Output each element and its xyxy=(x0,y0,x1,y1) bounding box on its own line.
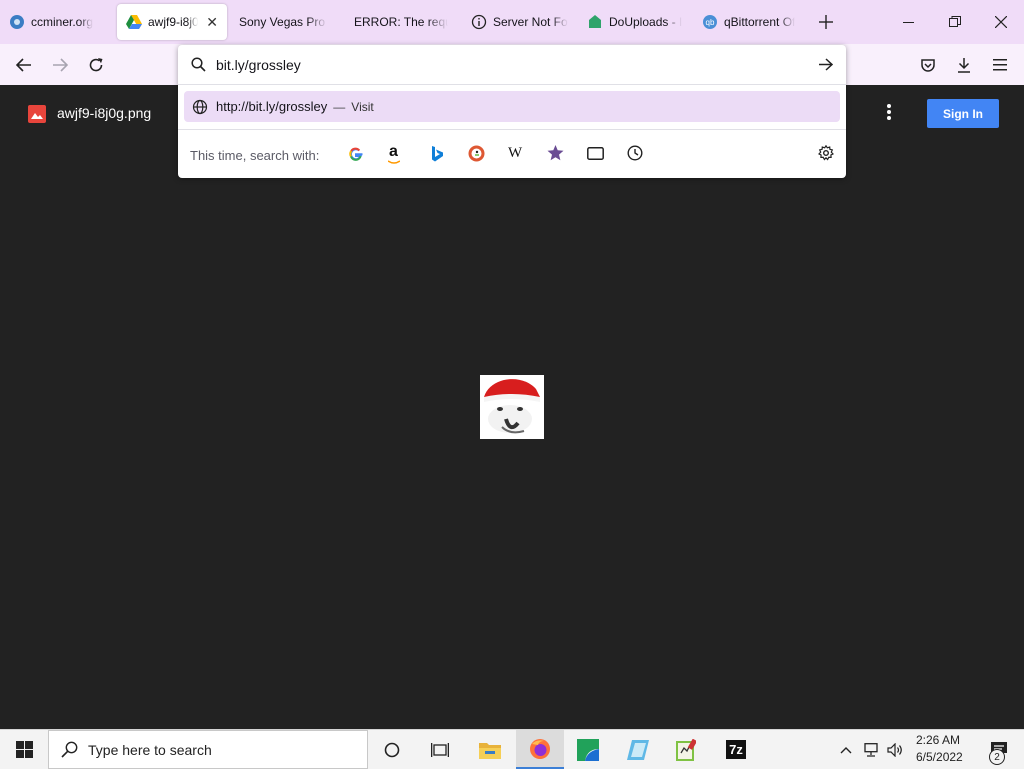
tab-strip: ccminer.org awjf9-i8j0g ✕ Sony Vegas Pro… xyxy=(0,0,1024,44)
tabs-icon[interactable] xyxy=(587,147,604,165)
app-blue-card-icon[interactable] xyxy=(614,730,662,769)
suggestion-url: http://bit.ly/grossley xyxy=(216,99,328,114)
clock-date[interactable]: 6/5/2022 xyxy=(916,750,963,764)
divider xyxy=(178,84,846,85)
app-notepad-icon[interactable] xyxy=(662,730,710,769)
url-input[interactable] xyxy=(216,55,796,75)
taskbar-search-placeholder: Type here to search xyxy=(88,741,212,758)
network-icon[interactable] xyxy=(859,730,883,769)
pocket-icon[interactable] xyxy=(913,50,943,80)
douploads-favicon xyxy=(587,14,603,30)
divider xyxy=(178,129,846,130)
tab-drive-image[interactable]: awjf9-i8j0g ✕ xyxy=(117,4,227,40)
task-view-icon[interactable] xyxy=(416,730,464,769)
image-preview xyxy=(480,375,544,439)
cortana-circle-icon[interactable] xyxy=(368,730,416,769)
windows-taskbar: Type here to search 7z 2:26 AM 6/5/2022 … xyxy=(0,729,1024,769)
tab-label: awjf9-i8j0g xyxy=(148,15,199,29)
restore-button[interactable] xyxy=(932,0,978,44)
search-icon xyxy=(191,57,206,77)
show-hidden-icons-chevron-icon[interactable] xyxy=(834,730,858,769)
viewer-filename: awjf9-i8j0g.png xyxy=(57,105,152,121)
urlbar-dropdown: http://bit.ly/grossley — Visit This time… xyxy=(178,45,846,178)
app-green-blue-icon[interactable] xyxy=(564,730,612,769)
sevenzip-icon[interactable]: 7z xyxy=(712,730,760,769)
search-with-label: This time, search with: xyxy=(190,148,320,163)
firefox-taskbar-icon[interactable] xyxy=(516,730,564,769)
bookmarks-star-icon[interactable] xyxy=(547,145,564,166)
google-drive-icon xyxy=(126,14,142,30)
new-tab-button[interactable] xyxy=(811,7,841,37)
tab-douploads[interactable]: DoUploads - I xyxy=(578,4,692,40)
suggestion-separator: — xyxy=(333,99,346,114)
globe-icon xyxy=(192,99,208,115)
menu-icon[interactable] xyxy=(985,50,1015,80)
duckduckgo-engine-icon[interactable] xyxy=(468,145,485,167)
close-window-button[interactable] xyxy=(978,0,1024,44)
tab-label: qBittorrent Of xyxy=(724,15,796,29)
sevenzip-label: 7z xyxy=(726,740,746,759)
taskbar-search-box[interactable]: Type here to search xyxy=(48,730,368,769)
url-suggestion-row[interactable]: http://bit.ly/grossley — Visit xyxy=(184,91,840,122)
file-explorer-icon[interactable] xyxy=(466,730,514,769)
image-file-icon xyxy=(28,105,46,123)
back-button[interactable] xyxy=(9,50,39,80)
wikipedia-engine-icon[interactable]: W xyxy=(508,145,522,162)
history-clock-icon[interactable] xyxy=(627,145,643,166)
ccminer-favicon xyxy=(9,14,25,30)
sign-in-button[interactable]: Sign In xyxy=(927,99,999,128)
qbittorrent-favicon: qb xyxy=(702,14,718,30)
close-tab-icon[interactable]: ✕ xyxy=(206,14,218,31)
tab-label: ccminer.org xyxy=(31,15,94,29)
amazon-engine-icon[interactable]: a xyxy=(388,143,400,164)
volume-icon[interactable] xyxy=(883,730,907,769)
search-icon xyxy=(61,741,78,758)
tab-qbittorrent[interactable]: qb qBittorrent Of xyxy=(693,4,805,40)
go-arrow-icon[interactable] xyxy=(818,58,834,76)
reload-button[interactable] xyxy=(81,50,111,80)
suggestion-action: Visit xyxy=(351,99,374,114)
tab-label: ERROR: The reque xyxy=(354,15,448,29)
windows-start-icon[interactable] xyxy=(0,730,48,769)
info-icon xyxy=(471,14,487,30)
tab-server-not-found[interactable]: Server Not Fo xyxy=(462,4,580,40)
bing-engine-icon[interactable] xyxy=(430,146,444,167)
tab-error[interactable]: ERROR: The reque xyxy=(345,4,457,40)
forward-button[interactable] xyxy=(45,50,75,80)
tab-sony-vegas[interactable]: Sony Vegas Pro 1 xyxy=(230,4,336,40)
clock-time[interactable]: 2:26 AM xyxy=(916,733,960,747)
tab-label: Sony Vegas Pro 1 xyxy=(239,15,327,29)
notification-count-badge: 2 xyxy=(989,749,1005,765)
search-settings-gear-icon[interactable] xyxy=(818,144,834,166)
action-center-icon[interactable]: 2 xyxy=(976,730,1024,769)
tab-ccminer[interactable]: ccminer.org xyxy=(0,4,116,40)
tab-label: Server Not Fo xyxy=(493,15,568,29)
google-engine-icon[interactable] xyxy=(348,146,364,167)
more-options-icon[interactable] xyxy=(886,103,896,123)
minimize-button[interactable] xyxy=(886,0,932,44)
tab-label: DoUploads - I xyxy=(609,15,683,29)
svg-text:qb: qb xyxy=(706,18,715,27)
downloads-icon[interactable] xyxy=(949,50,979,80)
